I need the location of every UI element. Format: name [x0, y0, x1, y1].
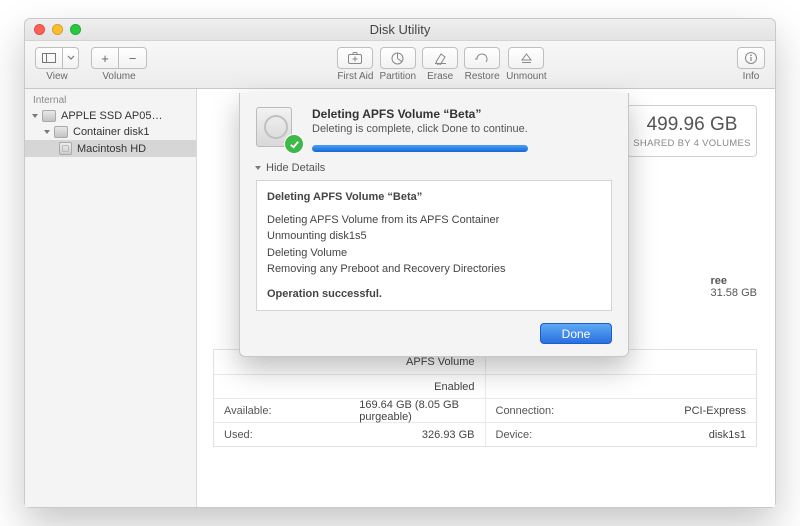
log-line: Deleting Volume	[267, 245, 601, 262]
view-label: View	[46, 71, 68, 82]
volume-icon	[59, 142, 72, 155]
delete-volume-dialog: Deleting APFS Volume “Beta” Deleting is …	[239, 93, 629, 357]
chevron-down-icon	[67, 55, 75, 61]
info-button[interactable]	[737, 47, 765, 69]
done-button[interactable]: Done	[540, 323, 612, 344]
unmount-button[interactable]	[508, 47, 544, 69]
sidebar: Internal APPLE SSD AP05… Container disk1 M…	[25, 89, 197, 507]
partition-label: Partition	[379, 71, 416, 82]
unmount-icon	[520, 52, 533, 65]
sidebar-item-label: Container disk1	[73, 126, 149, 138]
minus-icon: −	[129, 51, 137, 66]
sidebar-item[interactable]: Macintosh HD	[25, 140, 196, 157]
progress-bar	[312, 145, 528, 152]
window-title: Disk Utility	[25, 22, 775, 37]
success-checkmark-icon	[284, 134, 304, 154]
disclosure-triangle-icon	[255, 166, 261, 170]
remove-volume-button[interactable]: −	[119, 47, 147, 69]
capacity-box: 499.96 GB SHARED BY 4 VOLUMES	[627, 105, 757, 157]
restore-button[interactable]	[464, 47, 500, 69]
sidebar-item-label: Macintosh HD	[77, 143, 146, 155]
titlebar: Disk Utility	[25, 19, 775, 41]
sidebar-item-label: APPLE SSD AP05…	[61, 110, 163, 122]
erase-label: Erase	[427, 71, 453, 82]
table-row: Enabled	[214, 374, 756, 398]
info-label: Info	[743, 71, 760, 82]
view-sidebar-button[interactable]	[35, 47, 63, 69]
disclosure-triangle-icon	[44, 130, 50, 134]
firstaid-button[interactable]	[337, 47, 373, 69]
toolbar: View + − Volume First Aid Partition Erase R…	[25, 41, 775, 89]
sidebar-header: Internal	[25, 93, 196, 108]
firstaid-icon	[347, 51, 363, 65]
disk-utility-window: Disk Utility View + − Volume First Aid Pa…	[24, 18, 776, 508]
unmount-label: Unmount	[506, 71, 547, 82]
dialog-title: Deleting APFS Volume “Beta”	[312, 107, 528, 121]
sidebar-icon	[42, 53, 56, 63]
log-heading: Deleting APFS Volume “Beta”	[267, 189, 601, 206]
log-line: Removing any Preboot and Recovery Direct…	[267, 261, 601, 278]
erase-button[interactable]	[422, 47, 458, 69]
capacity-value: 499.96 GB	[647, 114, 738, 136]
hide-details-toggle[interactable]: Hide Details	[256, 162, 612, 174]
table-row: Available:169.64 GB (8.05 GB purgeable)C…	[214, 398, 756, 422]
volume-info-table: APFS VolumeEnabledAvailable:169.64 GB (8…	[213, 349, 757, 447]
partition-icon	[390, 51, 405, 66]
volume-label: Volume	[102, 71, 135, 82]
dialog-disk-icon	[256, 107, 300, 151]
disclosure-triangle-icon	[32, 114, 38, 118]
firstaid-label: First Aid	[337, 71, 373, 82]
erase-icon	[433, 51, 448, 65]
restore-label: Restore	[465, 71, 500, 82]
table-row: Used:326.93 GBDevice:disk1s1	[214, 422, 756, 446]
log-success: Operation successful.	[267, 286, 601, 303]
dialog-subtitle: Deleting is complete, click Done to cont…	[312, 123, 528, 135]
log-line: Deleting APFS Volume from its APFS Conta…	[267, 212, 601, 229]
view-menu-button[interactable]	[63, 47, 79, 69]
plus-icon: +	[101, 51, 109, 66]
operation-log: Deleting APFS Volume “Beta” Deleting APF…	[256, 180, 612, 311]
disk-icon	[54, 126, 68, 138]
add-volume-button[interactable]: +	[91, 47, 119, 69]
restore-icon	[474, 52, 490, 65]
disk-icon	[42, 110, 56, 122]
free-snippet: ree 31.58 GB	[711, 275, 757, 299]
info-icon	[744, 51, 758, 65]
sidebar-item[interactable]: Container disk1	[25, 124, 196, 140]
log-line: Unmounting disk1s5	[267, 228, 601, 245]
sidebar-item[interactable]: APPLE SSD AP05…	[25, 108, 196, 124]
capacity-sub: SHARED BY 4 VOLUMES	[633, 138, 750, 149]
partition-button[interactable]	[380, 47, 416, 69]
